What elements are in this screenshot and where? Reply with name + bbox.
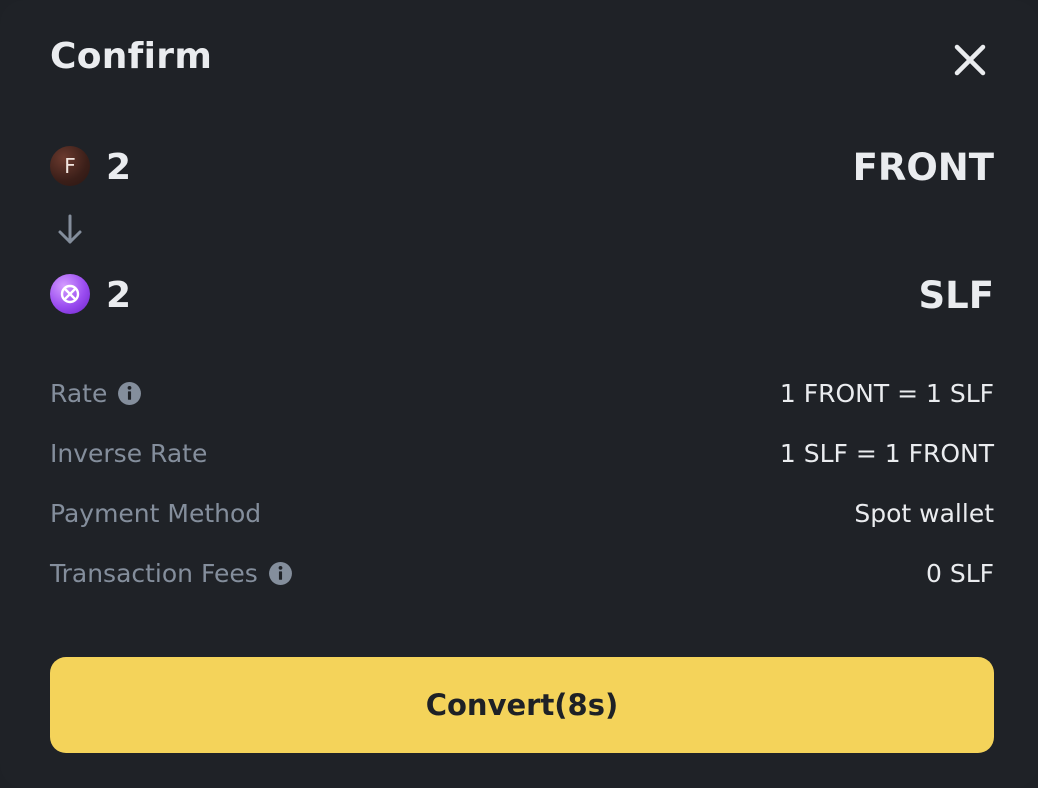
- to-amount: 2: [106, 275, 132, 316]
- rate-value: 1 FRONT = 1 SLF: [779, 379, 994, 408]
- to-symbol: SLF: [918, 274, 995, 317]
- confirm-dialog: Confirm F 2 FRONT 2 SLF Rate 1 FRONT = 1…: [0, 0, 1038, 788]
- to-asset-row: 2 SLF: [50, 274, 994, 318]
- rate-row: Rate 1 FRONT = 1 SLF: [50, 376, 994, 412]
- payment-method-label: Payment Method: [50, 499, 262, 528]
- payment-method-row: Payment Method Spot wallet: [50, 496, 994, 532]
- inverse-rate-value: 1 SLF = 1 FRONT: [779, 439, 994, 468]
- info-icon[interactable]: [117, 381, 142, 406]
- transaction-fees-row: Transaction Fees 0 SLF: [50, 556, 994, 592]
- close-button[interactable]: [948, 38, 992, 82]
- close-icon[interactable]: [948, 38, 992, 82]
- convert-button[interactable]: Convert(8s): [50, 657, 994, 753]
- front-coin-icon: F: [50, 146, 90, 186]
- dialog-title: Confirm: [50, 36, 213, 77]
- arrow-down-icon: [58, 214, 82, 244]
- front-coin-glyph: F: [64, 154, 76, 178]
- from-symbol: FRONT: [852, 146, 994, 189]
- inverse-rate-label: Inverse Rate: [50, 439, 208, 468]
- inverse-rate-row: Inverse Rate 1 SLF = 1 FRONT: [50, 436, 994, 472]
- from-amount: 2: [106, 147, 132, 188]
- rate-label: Rate: [50, 379, 108, 408]
- fees-label-group: Transaction Fees: [50, 556, 293, 592]
- slf-coin-icon: [50, 274, 90, 314]
- fees-value: 0 SLF: [925, 559, 994, 588]
- info-icon[interactable]: [268, 561, 293, 586]
- rate-label-group: Rate: [50, 376, 142, 412]
- payment-method-value: Spot wallet: [854, 499, 994, 528]
- fees-label: Transaction Fees: [50, 559, 258, 588]
- from-asset-row: F 2 FRONT: [50, 146, 994, 190]
